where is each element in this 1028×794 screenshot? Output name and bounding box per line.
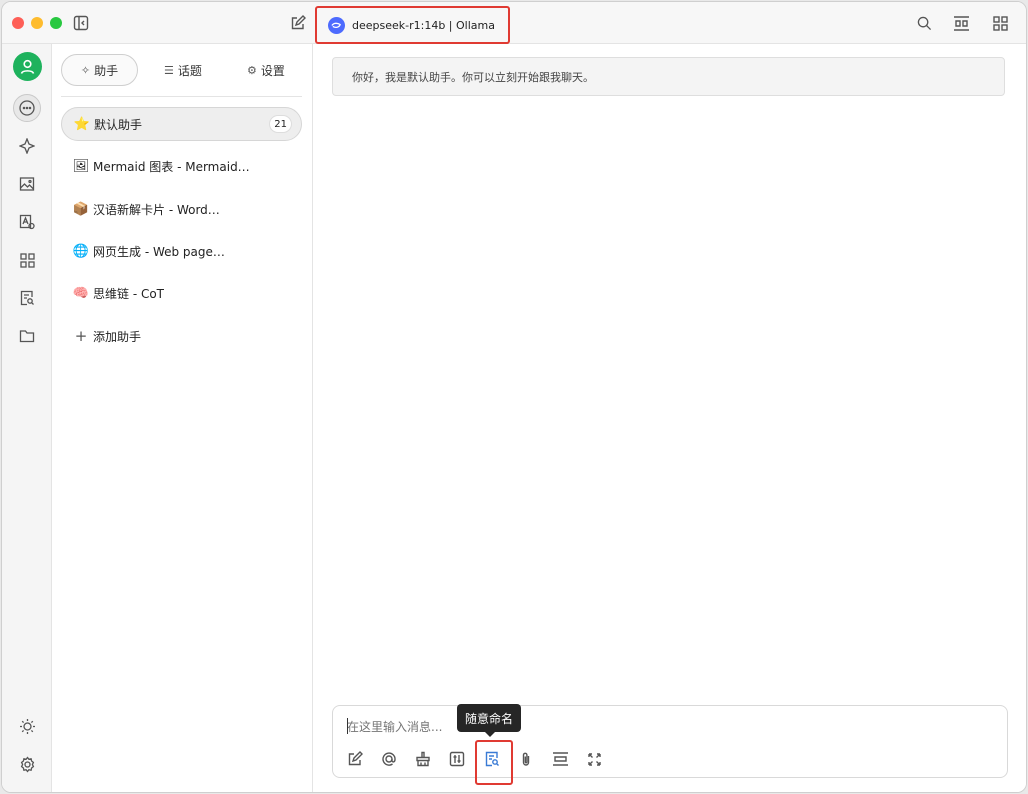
assistants-panel: ✧ 助手 ☰ 话题 ⚙ 设置 ⭐ 默认助手 21 🖼 Mermaid 图表 - …	[52, 44, 313, 792]
theme-icon[interactable]	[13, 712, 41, 740]
user-avatar[interactable]	[13, 52, 42, 81]
minimize-window-button[interactable]	[31, 17, 43, 29]
assistant-label: 网页生成 - Web page…	[93, 244, 225, 259]
model-selector[interactable]: deepseek-r1:14b | Ollama	[315, 6, 510, 44]
message-input[interactable]	[347, 716, 747, 738]
maximize-window-button[interactable]	[50, 17, 62, 29]
assistant-greeting-message: 你好，我是默认助手。你可以立刻开始跟我聊天。	[332, 57, 1005, 96]
globe-icon: 🌐	[72, 243, 90, 259]
tab-label: 助手	[94, 63, 119, 78]
list-icon: ☰	[164, 63, 174, 77]
gear-icon: ⚙	[247, 63, 257, 77]
sparkle-icon: ✧	[80, 63, 91, 77]
tab-label: 设置	[260, 63, 285, 78]
chat-area: 你好，我是默认助手。你可以立刻开始跟我聊天。 在这里输入消息... 随意命名	[313, 44, 1026, 792]
tab-topics[interactable]: ☰ 话题	[149, 54, 217, 86]
apps-grid-icon[interactable]	[13, 246, 41, 274]
assistant-label: 思维链 - CoT	[93, 286, 165, 301]
assistant-item-web-page[interactable]: 🌐 网页生成 - Web page…	[61, 234, 302, 268]
app-window: deepseek-r1:14b | Ollama ✧ 助手 ☰ 话题 ⚙ 设置 …	[1, 1, 1027, 793]
assistant-item-cot[interactable]: 🧠 思维链 - CoT	[61, 276, 302, 310]
fullscreen-icon[interactable]	[583, 748, 605, 770]
document-search-icon[interactable]	[13, 284, 41, 312]
new-chat-icon[interactable]	[290, 15, 306, 31]
sparkle-icon[interactable]	[13, 132, 41, 160]
mention-icon[interactable]	[378, 748, 400, 770]
topic-count-badge: 21	[269, 115, 292, 133]
message-composer	[332, 705, 1008, 785]
assistant-label: 默认助手	[94, 117, 143, 132]
title-bar: deepseek-r1:14b | Ollama	[2, 2, 1026, 44]
chat-icon[interactable]	[13, 94, 41, 122]
settings-icon[interactable]	[13, 750, 41, 778]
edit-icon[interactable]	[344, 748, 366, 770]
layout-icon[interactable]	[952, 15, 970, 31]
tab-assistants[interactable]: ✧ 助手	[61, 54, 138, 86]
tab-settings[interactable]: ⚙ 设置	[231, 54, 301, 86]
sliders-icon[interactable]	[446, 748, 468, 770]
model-label: deepseek-r1:14b | Ollama	[352, 18, 495, 32]
assistant-item-default[interactable]: ⭐ 默认助手 21	[61, 107, 302, 141]
image-icon[interactable]	[13, 170, 41, 198]
add-assistant-label: 添加助手	[93, 329, 142, 344]
plus-icon: +	[74, 327, 88, 345]
text-caret	[347, 718, 348, 734]
navigation-rail	[2, 44, 52, 792]
clean-icon[interactable]	[412, 748, 434, 770]
assistant-label: 汉语新解卡片 - Word…	[93, 202, 220, 217]
add-assistant-button[interactable]: + 添加助手	[61, 319, 302, 353]
box-icon: 📦	[72, 201, 90, 217]
sidebar-toggle-icon[interactable]	[73, 15, 89, 31]
assistant-item-mermaid[interactable]: 🖼 Mermaid 图表 - Mermaid…	[61, 149, 302, 183]
highlight-box	[475, 740, 513, 785]
folder-icon[interactable]	[13, 322, 41, 350]
close-window-button[interactable]	[12, 17, 24, 29]
apps-icon[interactable]	[992, 15, 1008, 31]
picture-icon: 🖼	[72, 158, 90, 174]
tooltip: 随意命名	[457, 704, 522, 737]
assistant-item-word-card[interactable]: 📦 汉语新解卡片 - Word…	[61, 192, 302, 226]
attachment-icon[interactable]	[515, 748, 537, 770]
assistant-label: Mermaid 图表 - Mermaid…	[93, 159, 250, 174]
search-icon[interactable]	[916, 15, 932, 31]
expand-height-icon[interactable]	[549, 748, 571, 770]
brain-icon: 🧠	[72, 285, 90, 301]
star-icon: ⭐	[73, 116, 91, 132]
tab-label: 话题	[177, 63, 202, 78]
panel-divider	[61, 96, 302, 97]
deepseek-logo-icon	[328, 16, 345, 34]
translate-icon[interactable]	[13, 208, 41, 236]
panel-tabs: ✧ 助手 ☰ 话题 ⚙ 设置	[61, 54, 301, 88]
